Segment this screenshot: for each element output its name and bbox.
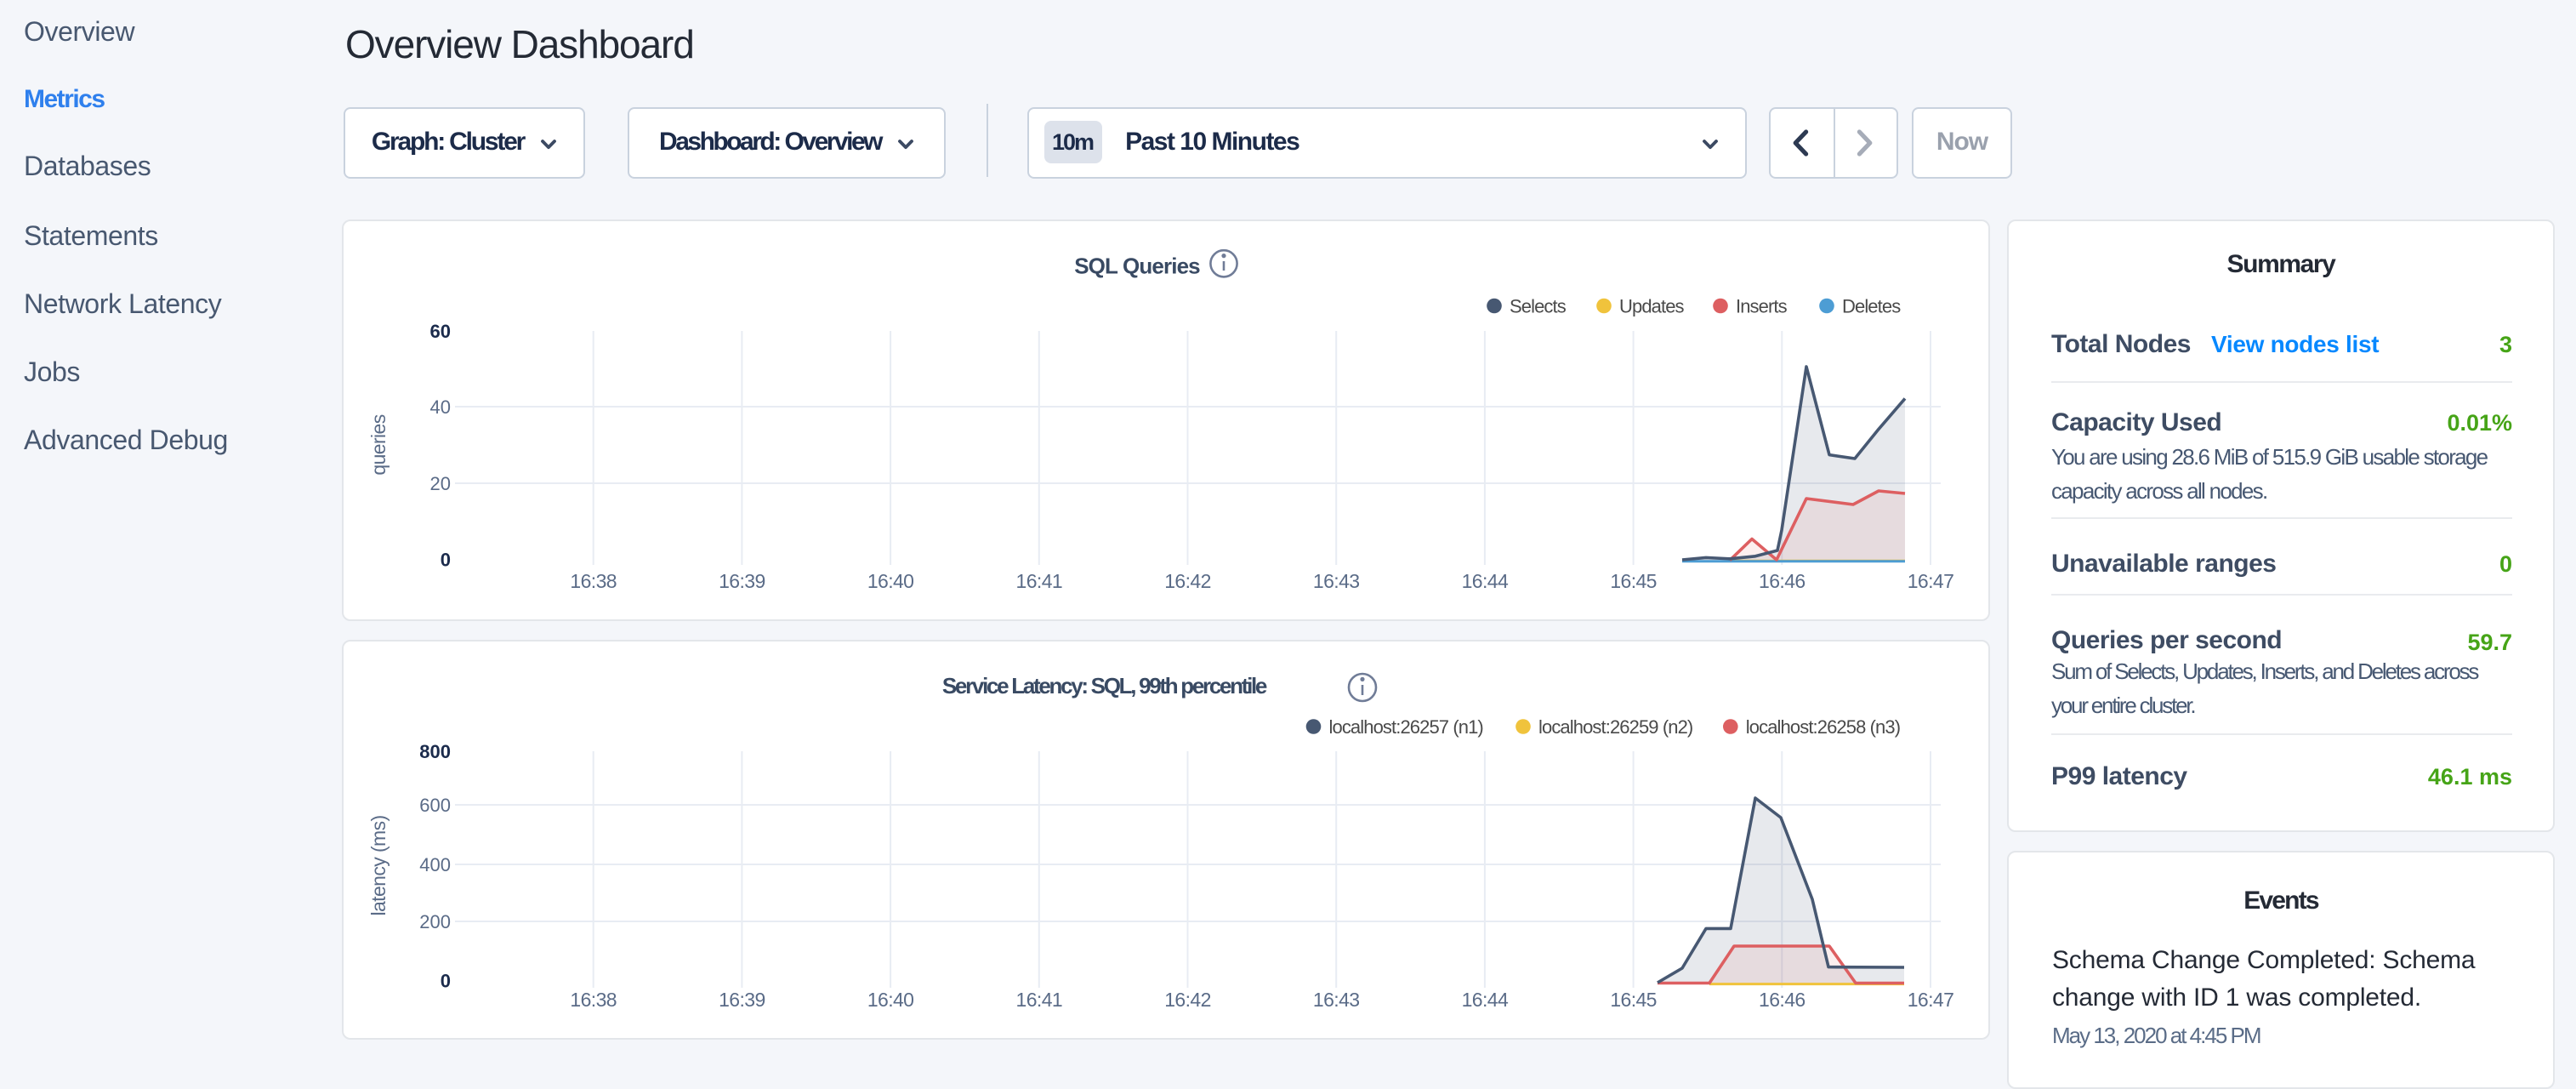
svg-text:16:40: 16:40 [867,988,914,1010]
svg-text:SQL Queries: SQL Queries [1074,253,1200,278]
svg-text:Inserts: Inserts [1736,296,1788,317]
svg-text:20: 20 [430,473,451,494]
svg-text:16:41: 16:41 [1016,570,1063,592]
svg-text:latency (ms): latency (ms) [367,814,390,915]
svg-text:16:43: 16:43 [1313,988,1360,1010]
svg-text:Service Latency: SQL, 99th per: Service Latency: SQL, 99th percentile [942,672,1267,698]
svg-text:Updates: Updates [1619,296,1685,317]
svg-text:queries: queries [367,414,390,475]
svg-text:16:40: 16:40 [867,570,914,592]
svg-text:16:43: 16:43 [1313,570,1360,592]
svg-text:16:47: 16:47 [1908,988,1954,1010]
svg-text:400: 400 [419,853,451,875]
svg-text:16:46: 16:46 [1759,988,1805,1010]
svg-text:16:44: 16:44 [1462,570,1509,592]
svg-text:40: 40 [430,396,451,418]
svg-text:localhost:26258 (n3): localhost:26258 (n3) [1746,716,1900,737]
svg-text:200: 200 [419,910,451,932]
svg-text:16:44: 16:44 [1462,988,1509,1010]
svg-text:16:39: 16:39 [719,570,765,592]
svg-text:Deletes: Deletes [1842,296,1901,317]
svg-text:16:41: 16:41 [1016,988,1063,1010]
svg-text:16:45: 16:45 [1610,570,1657,592]
svg-text:16:38: 16:38 [570,988,617,1010]
svg-text:0: 0 [441,550,451,571]
svg-text:600: 600 [419,794,451,815]
svg-text:60: 60 [430,321,451,342]
svg-text:16:42: 16:42 [1164,570,1211,592]
svg-text:16:42: 16:42 [1164,988,1211,1010]
svg-text:localhost:26259 (n2): localhost:26259 (n2) [1538,716,1692,737]
svg-text:16:38: 16:38 [570,570,617,592]
svg-text:16:47: 16:47 [1908,570,1954,592]
svg-text:16:39: 16:39 [719,988,765,1010]
svg-text:Selects: Selects [1510,296,1567,317]
svg-text:0: 0 [441,970,451,991]
svg-text:800: 800 [419,740,451,761]
svg-text:16:46: 16:46 [1759,570,1805,592]
svg-text:16:45: 16:45 [1610,988,1657,1010]
svg-text:localhost:26257 (n1): localhost:26257 (n1) [1329,716,1483,737]
